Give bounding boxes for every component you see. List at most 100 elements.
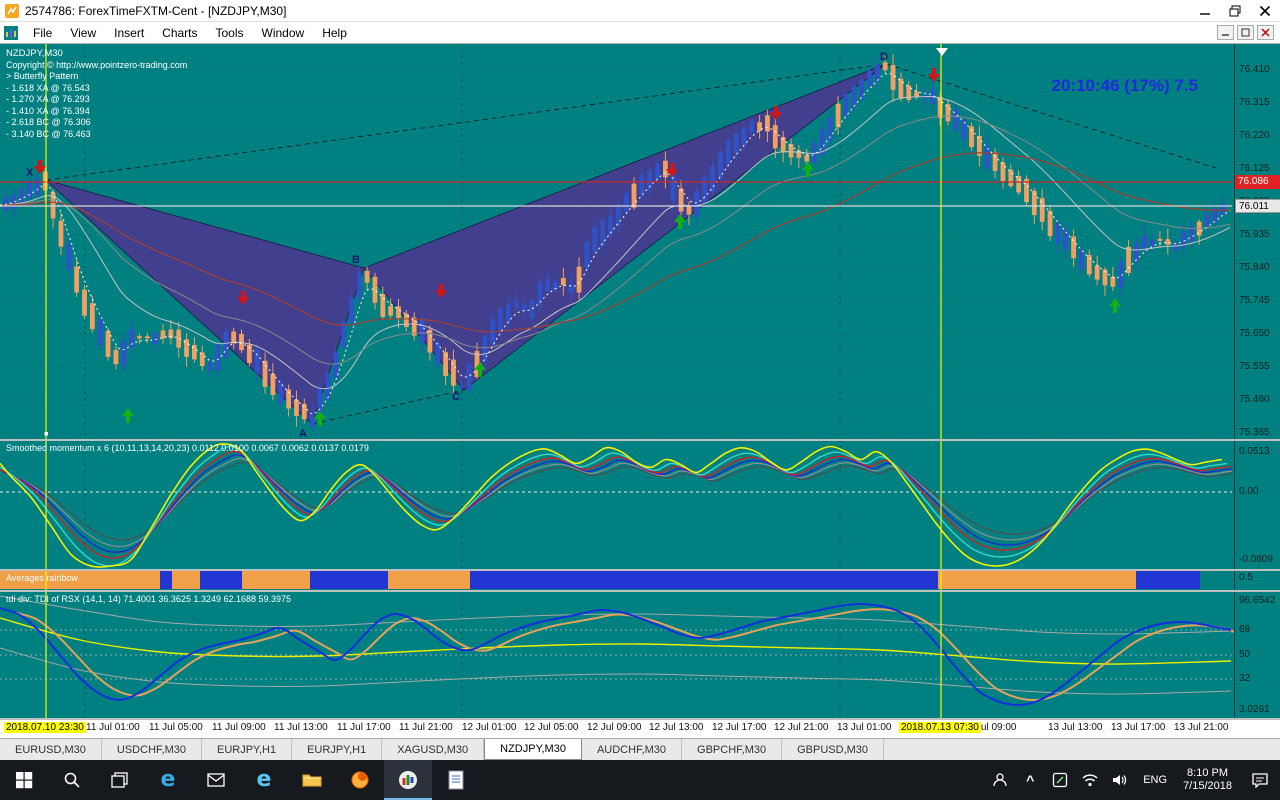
metatrader-window: 2574786: ForexTimeFXTM-Cent - [NZDJPY,M3…: [0, 0, 1280, 800]
firefox-icon: [350, 770, 370, 790]
scale-label: 76.125: [1239, 163, 1270, 174]
line-price-badge: 76.086: [1235, 175, 1280, 189]
tray-pen-input-icon[interactable]: [1045, 760, 1075, 800]
candle-countdown-label: 20:10:46 (17%) 7.5: [1051, 76, 1198, 95]
chart-tab-gbpusd-m30[interactable]: GBPUSD,M30: [782, 739, 885, 760]
time-label: 11 Jul 05:00: [149, 722, 203, 733]
scale-label: 76.315: [1239, 97, 1270, 108]
svg-text:X: X: [26, 167, 34, 179]
scale-label: 75.935: [1239, 229, 1270, 240]
chart-tab-eurjpy-h1[interactable]: EURJPY,H1: [202, 739, 293, 760]
menu-items: File View Insert Charts Tools Window Help: [24, 24, 356, 42]
taskbar-mail-button[interactable]: [192, 760, 240, 800]
info-line: - 1.270 XA @ 76.293: [6, 94, 90, 104]
chart-tab-xagusd-m30[interactable]: XAGUSD,M30: [382, 739, 485, 760]
chart-window-icon[interactable]: [4, 25, 18, 40]
price-axis[interactable]: 76.086 76.011 76.41076.31576.22076.12576…: [1234, 44, 1280, 720]
time-label-highlighted: 2018.07.13 07:30: [899, 722, 981, 733]
language-indicator[interactable]: ENG: [1135, 760, 1175, 800]
title-bar: 2574786: ForexTimeFXTM-Cent - [NZDJPY,M3…: [0, 0, 1280, 22]
menu-help[interactable]: Help: [313, 24, 356, 42]
tray-network-icon[interactable]: [1075, 760, 1105, 800]
tray-people-icon[interactable]: [985, 760, 1015, 800]
taskbar-task-view-button[interactable]: [96, 760, 144, 800]
time-label: 12 Jul 17:00: [712, 722, 767, 733]
time-label: 13 Jul 17:00: [1111, 722, 1166, 733]
taskbar-metatrader-button[interactable]: [384, 760, 432, 800]
metatrader-icon: [398, 770, 418, 790]
menu-file[interactable]: File: [24, 24, 61, 42]
menu-window[interactable]: Window: [253, 24, 314, 42]
restore-button[interactable]: [1220, 0, 1250, 22]
taskbar-start-button[interactable]: [0, 760, 48, 800]
chart-tab-eurjpy-h1[interactable]: EURJPY,H1: [292, 739, 383, 760]
scale-label: 76.410: [1239, 64, 1270, 75]
scale-label: 75.365: [1239, 427, 1270, 438]
info-line: - 2.618 BC @ 76.306: [6, 117, 91, 127]
scale-label: 68: [1239, 624, 1251, 635]
scale-label: 75.840: [1239, 262, 1270, 273]
tray-volume-icon[interactable]: [1105, 760, 1135, 800]
time-label: 13 Jul 13:00: [1048, 722, 1103, 733]
menu-charts[interactable]: Charts: [153, 24, 206, 42]
clock-time: 8:10 PM: [1187, 767, 1229, 779]
taskbar-edge-button[interactable]: e: [144, 760, 192, 800]
svg-text:D: D: [880, 51, 888, 63]
menu-insert[interactable]: Insert: [105, 24, 153, 42]
taskbar-firefox-button[interactable]: [336, 760, 384, 800]
info-line: Copyright © http://www.pointzero-trading…: [6, 59, 188, 70]
start-icon: [15, 771, 33, 789]
tdi-pane-label: tdi div: TDI of RSX (14,1, 14) 71.4001 3…: [6, 594, 292, 604]
time-axis[interactable]: 2018.07.10 23:30 11 Jul 01:00 11 Jul 05:00…: [0, 720, 1280, 738]
people-icon: [992, 772, 1008, 788]
system-tray: ^: [985, 760, 1135, 800]
indicator-info-block: NZDJPY,M30 Copyright © http://www.pointz…: [6, 48, 187, 140]
chart-tab-usdchf-m30[interactable]: USDCHF,M30: [102, 739, 202, 760]
taskbar: e e ^ ENG 8:10 PM 7/15/2018: [0, 760, 1280, 800]
menu-bar: File View Insert Charts Tools Window Help: [0, 22, 1280, 44]
time-label: 11 Jul 13:00: [274, 722, 328, 733]
chart-tab-bar: EURUSD,M30 USDCHF,M30 EURJPY,H1 EURJPY,H1 XA…: [0, 738, 1280, 760]
taskbar-file-explorer-button[interactable]: [288, 760, 336, 800]
taskbar-notepad-button[interactable]: [432, 760, 480, 800]
chart-tab-audchf-m30[interactable]: AUDCHF,M30: [582, 739, 683, 760]
search-icon: [63, 771, 81, 789]
notepad-icon: [448, 770, 464, 790]
svg-text:C: C: [452, 391, 460, 403]
time-label: 12 Jul 01:00: [462, 722, 517, 733]
time-label: 12 Jul 09:00: [587, 722, 642, 733]
scale-label: 0.0513: [1239, 446, 1270, 457]
chart-tab-nzdjpy-m30[interactable]: NZDJPY,M30: [484, 739, 582, 760]
tray-hidden-icons-icon[interactable]: ^: [1015, 760, 1045, 800]
pattern-info-lines: Copyright © http://www.pointzero-trading…: [6, 60, 187, 141]
info-line: - 1.410 XA @ 76.394: [6, 105, 90, 116]
child-close-button[interactable]: [1257, 25, 1274, 40]
taskbar-internet-explorer-button[interactable]: e: [240, 760, 288, 800]
chart-canvas[interactable]: XABCD NZDJPY,M30 Copyright © http://www.…: [0, 44, 1280, 720]
time-label: 11 Jul 09:00: [212, 722, 266, 733]
scale-label: 75.745: [1239, 295, 1270, 306]
chart-plot[interactable]: XABCD: [0, 44, 1234, 720]
pane-separator[interactable]: [0, 590, 1280, 592]
menu-view[interactable]: View: [61, 24, 105, 42]
minimize-button[interactable]: [1190, 0, 1220, 22]
chart-tab-gbpchf-m30[interactable]: GBPCHF,M30: [682, 739, 783, 760]
chart-tab-eurusd-m30[interactable]: EURUSD,M30: [0, 739, 102, 760]
scale-label: 32: [1239, 673, 1251, 684]
network-icon: [1081, 773, 1099, 787]
action-center-button[interactable]: [1240, 760, 1280, 800]
close-button[interactable]: [1250, 0, 1280, 22]
child-restore-button[interactable]: [1237, 25, 1254, 40]
time-label-highlighted: 2018.07.10 23:30: [4, 722, 86, 733]
pane-separator[interactable]: [0, 569, 1280, 571]
pane-separator[interactable]: [0, 439, 1280, 441]
taskbar-search-button[interactable]: [48, 760, 96, 800]
menu-tools[interactable]: Tools: [207, 24, 253, 42]
app-icon[interactable]: [5, 3, 19, 18]
child-minimize-button[interactable]: [1217, 25, 1234, 40]
hidden-icons-icon: ^: [1026, 772, 1035, 788]
rainbow-pane-label: Averages rainbow: [6, 573, 78, 583]
taskbar-clock[interactable]: 8:10 PM 7/15/2018: [1175, 760, 1240, 800]
file-explorer-icon: [302, 772, 322, 788]
scale-label: 75.650: [1239, 328, 1270, 339]
